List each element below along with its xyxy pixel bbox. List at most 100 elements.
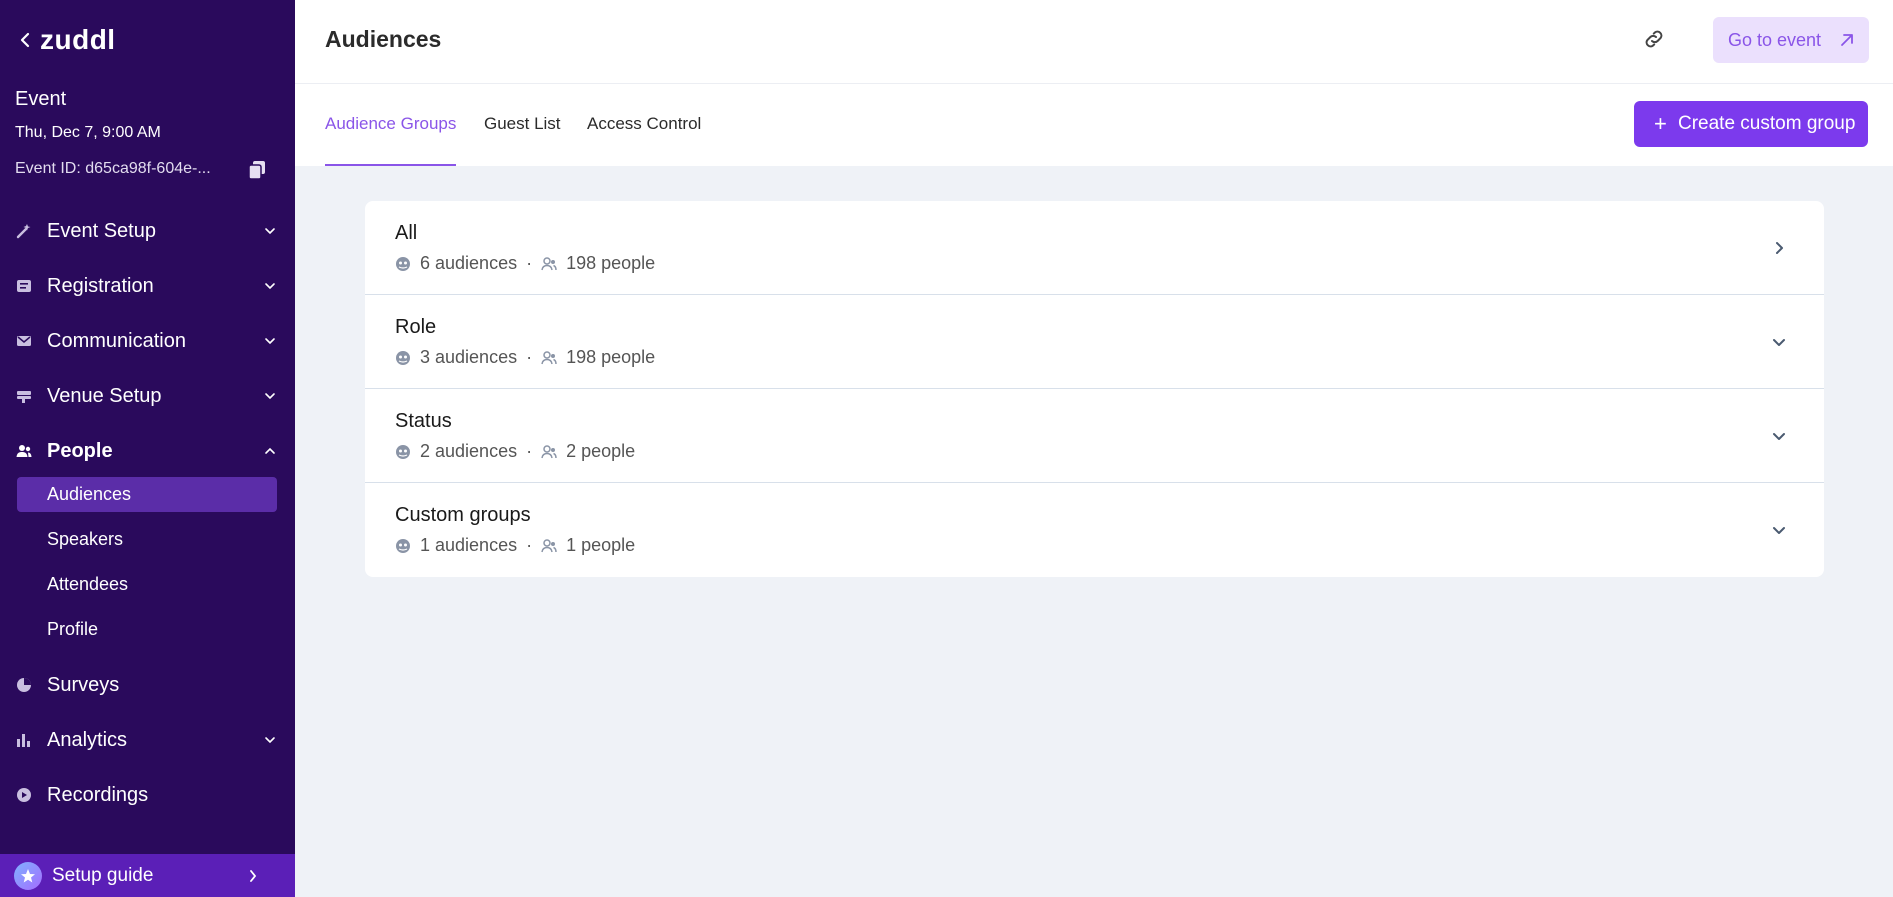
go-to-event-button[interactable]: Go to event [1713,17,1869,63]
star-icon [14,861,42,890]
nav-communication[interactable]: Communication [0,321,295,361]
people-icon [541,538,557,554]
chevron-down-icon[interactable] [1771,334,1787,350]
nav-sub-speakers[interactable]: Speakers [17,522,277,557]
tab-audience-groups[interactable]: Audience Groups [325,114,457,166]
group-row-all[interactable]: All 6 audiences · 198 people [365,201,1824,295]
signpost-icon [16,388,32,404]
nav-sub-label: Profile [47,619,99,639]
tab-access-control[interactable]: Access Control [587,114,701,166]
people-icon [541,256,557,272]
nav-sub-audiences[interactable]: Audiences [17,477,277,512]
chevron-right-icon [250,869,257,882]
form-icon [16,278,32,294]
chevron-down-icon [265,393,275,400]
nav-registration[interactable]: Registration [0,266,295,306]
copy-icon[interactable] [246,159,268,181]
nav-analytics[interactable]: Analytics [0,720,295,760]
play-circle-icon [16,787,32,803]
event-date: Thu, Dec 7, 9:00 AM [15,124,161,141]
group-row-status[interactable]: Status 2 audiences · 2 people [365,389,1824,483]
chevron-down-icon[interactable] [1771,428,1787,444]
external-arrow-icon [1841,34,1853,46]
audience-groups-list: All 6 audiences · 198 people Role 3 audi… [365,201,1824,577]
go-to-event-label: Go to event [1728,29,1822,50]
separator: · [526,253,533,273]
sidebar: zuddl Event Thu, Dec 7, 9:00 AM Event ID… [0,0,295,897]
setup-guide-button[interactable]: Setup guide [0,854,295,897]
people-icon [16,443,32,459]
audience-count: 1 audiences [420,535,518,555]
group-meta: 2 audiences · 2 people [395,441,635,462]
people-count: 198 people [566,347,656,367]
nav-surveys[interactable]: Surveys [0,665,295,705]
chevron-down-icon[interactable] [1771,522,1787,538]
bar-chart-icon [16,732,32,748]
page-header: Audiences Go to event [295,0,1893,84]
back-to-home-link[interactable]: zuddl [20,24,116,56]
setup-guide-label: Setup guide [52,864,154,886]
page-title: Audiences [325,26,442,52]
chevron-right-icon[interactable] [1771,240,1787,256]
audience-count: 2 audiences [420,441,518,461]
zuddl-logo: zuddl [40,24,116,55]
nav-sub-label: Speakers [47,529,124,549]
nav-event-setup[interactable]: Event Setup [0,211,295,251]
nav-venue-setup[interactable]: Venue Setup [0,376,295,416]
nav-sub-label: Audiences [47,484,132,504]
chevron-down-icon [265,737,275,744]
pie-chart-icon [16,677,32,693]
tab-guest-list[interactable]: Guest List [484,114,561,166]
create-custom-group-button[interactable]: + Create custom group [1634,101,1868,147]
tab-bar: Audience Groups Guest List Access Contro… [295,84,1893,166]
nav-label: Registration [47,274,154,297]
nav-people[interactable]: People [0,431,295,471]
nav-label: Event Setup [47,219,156,242]
copy-link-button[interactable] [1641,26,1667,52]
chevron-down-icon [265,228,275,235]
people-count: 1 people [566,535,636,555]
nav-sub-attendees[interactable]: Attendees [17,567,277,602]
chevron-down-icon [265,283,275,290]
create-custom-group-label: Create custom group [1678,113,1856,134]
nav-label: Communication [47,329,186,352]
separator: · [526,441,533,461]
group-meta: 3 audiences · 198 people [395,347,655,368]
people-icon [541,350,557,366]
people-icon [541,444,557,460]
nav-label: Surveys [47,673,120,696]
plus-icon: + [1654,111,1667,136]
separator: · [526,535,533,555]
nav-sub-label: Attendees [47,574,129,594]
mail-icon [16,333,32,349]
event-name: Event [15,88,67,110]
separator: · [526,347,533,367]
audience-icon [395,444,411,460]
group-row-role[interactable]: Role 3 audiences · 198 people [365,295,1824,389]
group-name: Status [395,410,452,432]
audience-count: 6 audiences [420,253,518,273]
nav-recordings[interactable]: Recordings [0,775,295,815]
nav-label: Analytics [47,728,128,751]
people-count: 2 people [566,441,636,461]
event-id: Event ID: d65ca98f-604e-... [15,160,211,177]
group-name: Role [395,316,437,338]
nav-label: Recordings [47,783,149,806]
audience-icon [395,538,411,554]
group-meta: 1 audiences · 1 people [395,535,635,556]
nav-sub-profile[interactable]: Profile [17,612,277,647]
audience-icon [395,256,411,272]
nav-label: Venue Setup [47,384,162,407]
nav-label: People [47,439,113,462]
audience-count: 3 audiences [420,347,518,367]
chevron-up-icon [265,447,275,454]
group-name: Custom groups [395,504,531,526]
people-count: 198 people [566,253,656,273]
group-name: All [395,222,418,244]
magic-wand-icon [16,223,32,239]
link-icon [1645,30,1663,48]
audience-icon [395,350,411,366]
chevron-down-icon [265,338,275,345]
chevron-left-icon [20,32,30,48]
group-row-custom-groups[interactable]: Custom groups 1 audiences · 1 people [365,483,1824,577]
